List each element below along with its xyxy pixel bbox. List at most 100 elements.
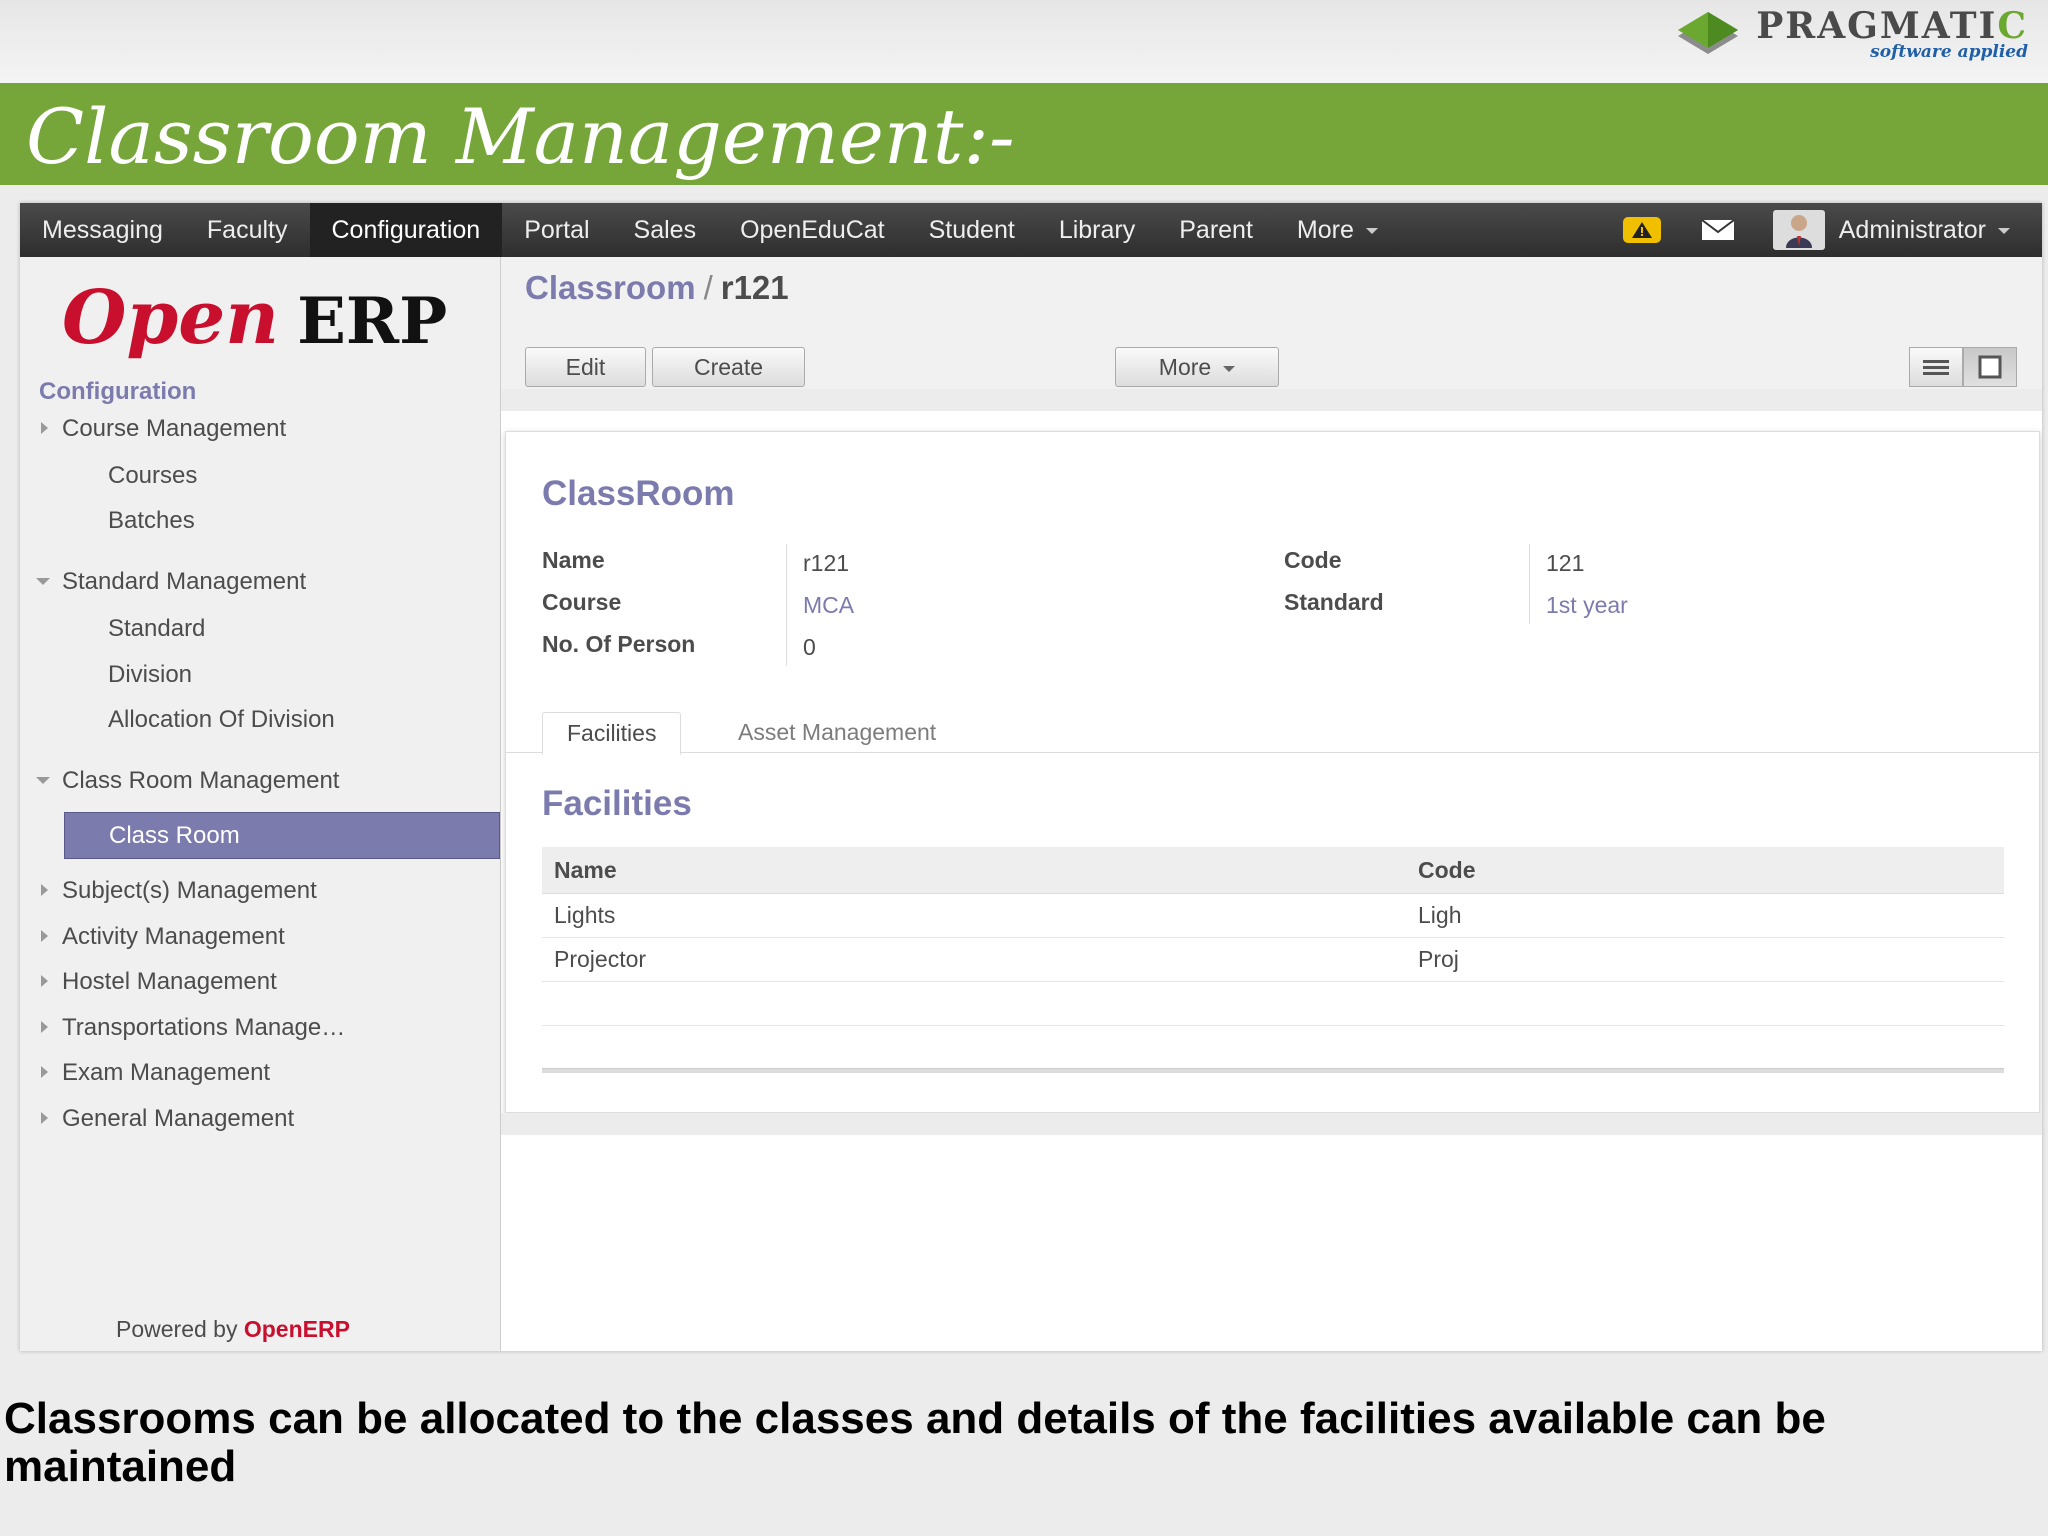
powered-by-link[interactable]: OpenERP <box>244 1316 350 1342</box>
column-header-name[interactable]: Name <box>542 847 1406 894</box>
user-avatar-icon <box>1785 215 1812 248</box>
openerp-window: Messaging Faculty Configuration Portal S… <box>20 203 2042 1351</box>
chevron-right-icon <box>41 1021 48 1033</box>
sidebar-item-label: General Management <box>62 1105 295 1132</box>
sidebar-item-courses[interactable]: Courses <box>108 462 197 490</box>
sidebar-item-class-room[interactable]: Class Room <box>64 812 500 859</box>
view-switcher <box>1909 347 2017 387</box>
sheet-background <box>501 389 2042 411</box>
sidebar-item-label: Course Management <box>62 415 287 442</box>
course-label: Course <box>542 589 622 615</box>
user-menu[interactable]: Administrator <box>1839 216 2010 245</box>
table-cell-name: Projector <box>542 937 1406 982</box>
code-label: Code <box>1284 547 1342 573</box>
menu-configuration[interactable]: Configuration <box>309 203 503 257</box>
form-sheet: ClassRoom Name Course No. Of Person r121… <box>505 431 2040 1113</box>
sidebar-item-exam-management[interactable]: Exam Management <box>41 1059 271 1087</box>
form-title: ClassRoom <box>542 474 735 513</box>
slide-title: Classroom Management:- <box>26 92 1015 181</box>
sidebar-item-standard-management[interactable]: Standard Management <box>36 568 307 596</box>
menu-library[interactable]: Library <box>1037 203 1157 257</box>
user-name: Administrator <box>1838 215 1986 244</box>
persons-value: 0 <box>803 634 816 660</box>
warning-icon[interactable] <box>1622 217 1661 243</box>
avatar[interactable] <box>1772 210 1825 250</box>
standard-value[interactable]: 1st year <box>1546 592 1628 619</box>
menu-openeducat[interactable]: OpenEduCat <box>718 203 907 257</box>
table-cell-code: Proj <box>1406 937 2004 982</box>
mail-icon[interactable] <box>1701 219 1735 241</box>
chevron-down-icon <box>36 777 50 784</box>
table-cell-name: Lights <box>542 893 1406 938</box>
sidebar-item-course-management[interactable]: Course Management <box>41 415 287 443</box>
menu-portal[interactable]: Portal <box>502 203 611 257</box>
create-button[interactable]: Create <box>652 347 805 387</box>
control-panel: Classroom / r121 Edit Create More <box>501 257 2042 410</box>
more-button[interactable]: More <box>1115 347 1279 387</box>
sidebar-item-label: Exam Management <box>62 1059 271 1086</box>
menu-parent[interactable]: Parent <box>1157 203 1275 257</box>
tabs-divider <box>506 752 2039 753</box>
table-footer <box>542 1068 2004 1073</box>
breadcrumb: Classroom / r121 <box>525 269 789 307</box>
section-title: Facilities <box>542 784 692 823</box>
pragmatic-logo-icon <box>1678 12 1739 54</box>
menu-more[interactable]: More <box>1275 203 1400 257</box>
chevron-down-icon <box>1998 227 2010 234</box>
field-divider <box>1529 544 1530 624</box>
chevron-right-icon <box>41 422 48 434</box>
column-header-code[interactable]: Code <box>1406 847 2004 894</box>
standard-label: Standard <box>1284 589 1384 615</box>
sidebar-item-hostel-management[interactable]: Hostel Management <box>41 968 277 996</box>
sidebar-item-label: Hostel Management <box>62 968 277 995</box>
chevron-down-icon <box>36 578 50 585</box>
table-cell-code: Ligh <box>1406 893 2004 938</box>
edit-button[interactable]: Edit <box>525 347 646 387</box>
menu-sales[interactable]: Sales <box>612 203 719 257</box>
sidebar-heading: Configuration <box>39 378 197 405</box>
sidebar-item-label: Transportations Manage… <box>62 1014 346 1041</box>
sidebar-item-standard[interactable]: Standard <box>108 615 205 643</box>
sidebar-item-activity-management[interactable]: Activity Management <box>41 923 285 951</box>
sidebar-item-label: Activity Management <box>62 923 285 950</box>
tab-asset-management[interactable]: Asset Management <box>738 712 936 753</box>
menu-messaging[interactable]: Messaging <box>20 203 185 257</box>
sidebar-item-class-room-management[interactable]: Class Room Management <box>36 767 339 795</box>
main-content: Classroom / r121 Edit Create More ClassRoo… <box>501 257 2042 1351</box>
sidebar-item-subject-management[interactable]: Subject(s) Management <box>41 877 317 905</box>
sidebar-item-division[interactable]: Division <box>108 661 192 689</box>
name-label: Name <box>542 547 605 573</box>
powered-by-text: Powered by <box>116 1316 238 1342</box>
field-divider <box>786 544 787 666</box>
course-value[interactable]: MCA <box>803 592 854 619</box>
sidebar-item-batches[interactable]: Batches <box>108 507 195 535</box>
chevron-down-icon <box>1223 365 1236 372</box>
brand-tagline: software applied <box>1870 41 2028 62</box>
brand-name: PRAGMATI <box>1756 4 1998 47</box>
code-value: 121 <box>1546 550 1585 576</box>
table-empty-row <box>542 981 2004 1026</box>
pragmatic-logo: PRAGMATIC software applied <box>1670 6 2028 62</box>
top-menu-bar: Messaging Faculty Configuration Portal S… <box>20 203 2042 257</box>
table-row[interactable]: Projector Proj <box>542 937 2004 982</box>
chevron-right-icon <box>41 930 48 942</box>
sidebar-item-transportations-management[interactable]: Transportations Manage… <box>41 1014 346 1042</box>
menu-faculty[interactable]: Faculty <box>185 203 310 257</box>
list-view-icon[interactable] <box>1909 347 1963 387</box>
table-row[interactable]: Lights Ligh <box>542 893 2004 938</box>
chevron-right-icon <box>41 1066 48 1078</box>
sidebar-item-general-management[interactable]: General Management <box>41 1105 295 1133</box>
breadcrumb-current: r121 <box>720 269 789 306</box>
sidebar: Open ERP Configuration Course Management… <box>20 257 501 1351</box>
sidebar-item-allocation-of-division[interactable]: Allocation Of Division <box>108 706 335 734</box>
menu-student[interactable]: Student <box>907 203 1037 257</box>
sheet-background <box>501 1113 2042 1135</box>
breadcrumb-parent[interactable]: Classroom <box>525 269 696 306</box>
sidebar-item-label: Subject(s) Management <box>62 877 317 904</box>
form-view-icon[interactable] <box>1963 347 2017 387</box>
chevron-right-icon <box>41 975 48 987</box>
tab-facilities[interactable]: Facilities <box>542 712 682 755</box>
sidebar-item-label: Standard Management <box>62 568 307 595</box>
powered-by: Powered by OpenERP <box>116 1316 350 1343</box>
facilities-table: Name Code Lights Ligh Projector Proj <box>542 847 2004 1026</box>
